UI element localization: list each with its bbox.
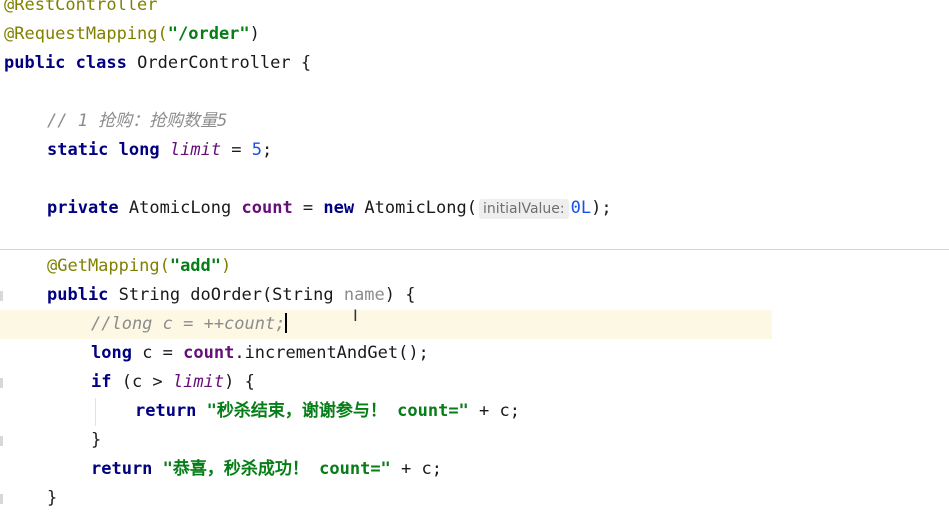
parameter-hint: initialValue:	[478, 199, 569, 219]
code-text: c =	[131, 343, 184, 363]
code-text: + c;	[468, 401, 520, 421]
method-call: .incrementAndGet();	[234, 343, 429, 363]
number-literal: 0L	[570, 198, 592, 218]
keyword: long	[118, 140, 160, 160]
operator: =	[292, 198, 324, 218]
comment: // 1 抢购：抢购数量5	[47, 111, 228, 131]
keyword: private	[47, 198, 119, 218]
method-separator	[0, 249, 949, 250]
code-line-close-if[interactable]: }	[91, 426, 949, 455]
fold-marker[interactable]	[0, 436, 3, 446]
punctuation: );	[591, 198, 612, 218]
unused-parameter: name	[343, 285, 385, 305]
fold-marker[interactable]	[0, 494, 3, 504]
punctuation: }	[91, 430, 102, 450]
code-line-class-decl[interactable]: public class OrderController {	[4, 49, 949, 78]
field-name: count	[241, 198, 293, 218]
code-line-rest-controller[interactable]: @RestController	[4, 0, 949, 20]
fold-marker[interactable]	[0, 291, 3, 301]
punctuation: )	[249, 24, 260, 44]
keyword: static	[47, 140, 109, 160]
code-line-commented-increment[interactable]: //long c = ++count;	[91, 310, 949, 339]
string-literal: "秒杀结束，谢谢参与！ count="	[206, 401, 469, 421]
annotation: @RestController	[4, 0, 158, 15]
code-line-get-mapping[interactable]: @GetMapping("add")	[47, 252, 949, 281]
fold-marker[interactable]	[0, 378, 3, 388]
keyword: new	[323, 198, 355, 218]
text-caret	[285, 313, 288, 333]
code-line-limit[interactable]: static long limit = 5;	[47, 136, 949, 165]
punctuation: ) {	[224, 372, 255, 392]
punctuation: }	[47, 488, 58, 508]
code-line-increment[interactable]: long c = count.incrementAndGet();	[91, 339, 949, 368]
number-literal: 5	[251, 140, 263, 160]
code-line-return-ended[interactable]: return "秒杀结束，谢谢参与！ count=" + c;	[135, 397, 949, 426]
keyword: public	[4, 53, 66, 73]
code-text: (c >	[111, 372, 173, 392]
keyword: if	[91, 372, 112, 392]
annotation: @RequestMapping(	[4, 24, 168, 44]
code-line-close-method[interactable]: }	[47, 484, 949, 513]
code-text: + c;	[390, 459, 442, 479]
code-line-comment[interactable]: // 1 抢购：抢购数量5	[47, 107, 949, 136]
constructor-call: AtomicLong(	[354, 198, 477, 218]
ibeam-cursor-icon: I	[353, 306, 358, 325]
annotation: )	[221, 256, 232, 276]
code-line-method-sig[interactable]: public String doOrder(String name) {	[47, 281, 949, 310]
annotation: @GetMapping(	[47, 256, 170, 276]
code-line-request-mapping[interactable]: @RequestMapping("/order")	[4, 20, 949, 49]
code-line-return-success[interactable]: return "恭喜，秒杀成功！ count=" + c;	[91, 455, 949, 484]
punctuation: ) {	[384, 285, 416, 305]
string-literal: "add"	[169, 256, 222, 276]
keyword: long	[91, 343, 132, 363]
static-field: limit	[169, 140, 222, 160]
keyword: class	[75, 53, 127, 73]
indent-guide	[95, 398, 96, 426]
string-literal: "恭喜，秒杀成功！ count="	[162, 459, 391, 479]
method-signature: String doOrder(String	[108, 285, 344, 305]
class-name: OrderController {	[137, 53, 312, 73]
code-line-if[interactable]: if (c > limit) {	[91, 368, 949, 397]
keyword: return	[91, 459, 153, 479]
type-name: AtomicLong	[128, 198, 242, 218]
static-field: limit	[172, 372, 225, 392]
field-name: count	[183, 343, 235, 363]
punctuation: ;	[262, 140, 273, 160]
code-editor[interactable]: @RestController @RequestMapping("/order"…	[0, 0, 949, 514]
keyword: public	[47, 285, 109, 305]
operator: =	[221, 140, 252, 160]
code-line-count-field[interactable]: private AtomicLong count = new AtomicLon…	[47, 194, 949, 223]
comment: //long c = ++count;	[91, 314, 286, 334]
keyword: return	[135, 401, 197, 421]
string-literal: "/order"	[167, 24, 250, 44]
